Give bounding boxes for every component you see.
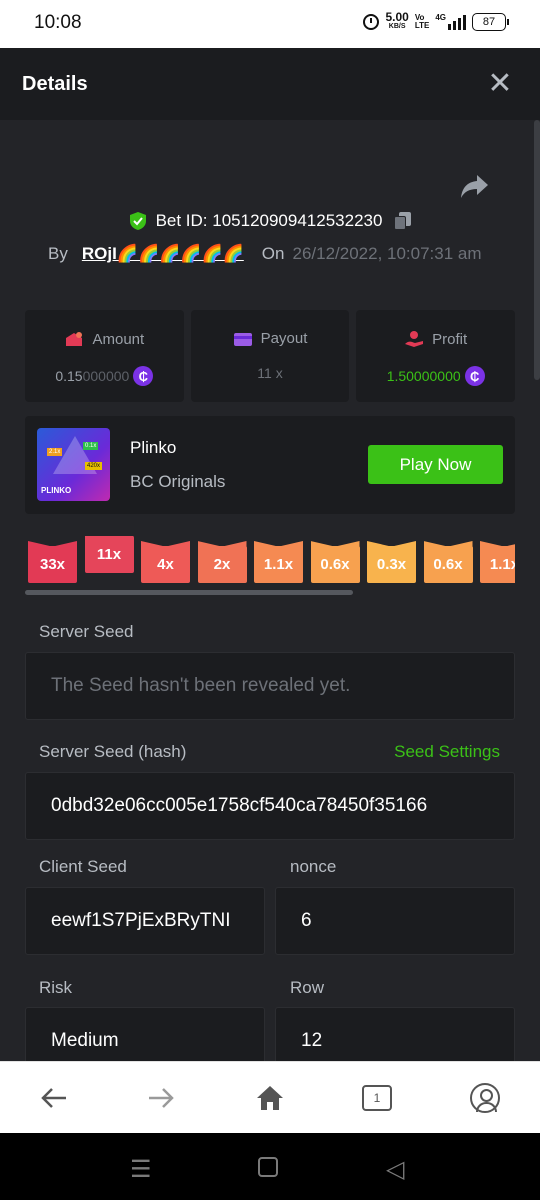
row-label: Row [290, 978, 325, 997]
tabs-button[interactable]: 1 [359, 1080, 395, 1116]
multiplier-label: 1.1x [489, 556, 515, 573]
nonce-field[interactable]: 6 [275, 887, 515, 955]
signal-icon: 4G [435, 14, 466, 30]
game-card: 2.1x 0.1x 420x PLINKO Plinko BC Original… [25, 416, 515, 514]
bet-id: Bet ID: 105120909412532230 [155, 211, 383, 230]
home-square-icon[interactable] [258, 1157, 278, 1177]
plinko-thumbnail[interactable]: 2.1x 0.1x 420x PLINKO [37, 428, 110, 501]
game-provider: BC Originals [130, 472, 226, 491]
multiplier-slot: 2x [197, 546, 247, 583]
multiplier-slot: 1.1x [254, 546, 303, 583]
net-speed: 5.00 KB/S [385, 10, 409, 30]
profit-value: 1.50000000 [386, 368, 461, 384]
server-hash-label: Server Seed (hash) [39, 742, 187, 761]
server-seed-label: Server Seed [39, 622, 134, 641]
scrollbar[interactable] [534, 120, 540, 380]
bet-id-row: Bet ID: 105120909412532230 [0, 211, 540, 231]
share-icon[interactable] [460, 173, 490, 199]
amount-label: Amount [92, 330, 145, 348]
modal-header: Details ✕ [0, 48, 540, 120]
status-time: 10:08 [34, 12, 82, 33]
risk-field[interactable]: Medium [25, 1007, 265, 1061]
profit-icon [405, 331, 424, 347]
battery-icon: 87 [472, 13, 509, 31]
payout-label: Payout [260, 330, 308, 347]
amount-value: 0.15 [55, 368, 83, 384]
row-field[interactable]: 12 [275, 1007, 515, 1061]
verified-shield-icon [129, 212, 146, 230]
browser-nav-bar: 1 [0, 1061, 540, 1133]
multiplier-label: 0.3x [376, 556, 407, 573]
horizontal-scrollbar[interactable] [25, 590, 353, 595]
copy-icon[interactable] [394, 212, 412, 230]
risk-label: Risk [39, 978, 73, 997]
server-seed-field: The Seed hasn't been revealed yet. [25, 652, 515, 720]
payout-value: 11 x [257, 365, 283, 381]
tab-count: 1 [362, 1085, 392, 1111]
forward-arrow-icon[interactable] [143, 1080, 179, 1116]
coin-icon: ₵ [464, 366, 485, 386]
multiplier-slot: 11x [84, 536, 134, 573]
bet-stats: Amount 0.15000000 ₵ Payout 11 x Profit [25, 310, 516, 402]
menu-icon[interactable]: ☰ [130, 1155, 152, 1184]
multiplier-label: 4x [157, 556, 174, 573]
multiplier-slot: 0.3x [367, 546, 416, 583]
game-name: Plinko [130, 438, 177, 457]
multiplier-slot: 0.6x [423, 546, 473, 583]
back-triangle-icon[interactable]: ◁ [386, 1155, 404, 1184]
multiplier-label: 0.6x [320, 556, 350, 573]
profit-label: Profit [432, 330, 468, 348]
profile-icon[interactable] [467, 1080, 503, 1116]
on-label: On [261, 244, 285, 263]
nonce-label: nonce [290, 857, 337, 876]
multiplier-label: 33x [39, 556, 66, 573]
amount-card: Amount 0.15 000000 ₵ [25, 310, 184, 402]
multiplier-slot: 0.6x [310, 546, 360, 583]
multiplier-slot: 1.1x [480, 546, 515, 583]
close-icon[interactable]: ✕ [482, 66, 518, 102]
client-seed-field[interactable]: eewf1S7PjExBRyTNI [25, 887, 265, 955]
system-nav-bar: ☰ ◁ [0, 1133, 540, 1200]
payout-card: Payout 11 x [190, 310, 350, 402]
server-hash-field[interactable]: 0dbd32e06cc005e1758cf540ca78450f35166 [25, 772, 515, 840]
amount-icon [66, 332, 83, 346]
volte-icon: Vo LTE [414, 13, 430, 30]
play-now-button[interactable]: Play Now [368, 445, 503, 484]
multiplier-label: 1.1x [263, 556, 294, 573]
alarm-icon [363, 14, 380, 30]
details-modal: Details ✕ Bet ID: 105120909412532230 By … [0, 48, 540, 1061]
user-link[interactable]: ROjI🌈🌈🌈🌈🌈🌈 [82, 244, 244, 264]
wallet-icon [233, 332, 252, 346]
multiplier-slot: 33x [28, 546, 77, 583]
bet-byline: By ROjI🌈🌈🌈🌈🌈🌈 On 26/12/2022, 10:07:31 am [48, 244, 482, 264]
back-arrow-icon[interactable] [36, 1080, 72, 1116]
modal-title: Details [22, 73, 88, 95]
by-label: By [48, 244, 68, 263]
bet-date: 26/12/2022, 10:07:31 am [292, 244, 482, 263]
profit-card: Profit 1.50000000 ₵ [356, 310, 516, 402]
status-bar: 10:08 5.00 KB/S Vo LTE 4G 87 [0, 0, 540, 48]
coin-icon: ₵ [133, 366, 154, 386]
multiplier-row: 33x 11x 4x 2x 1.1x 0.6x 0.3x 0.6x 1.1x [28, 536, 515, 588]
multiplier-label: 0.6x [433, 556, 463, 573]
multiplier-label: 2x [213, 556, 231, 573]
client-seed-label: Client Seed [39, 857, 127, 876]
home-icon[interactable] [252, 1080, 288, 1116]
seed-settings-link[interactable]: Seed Settings [394, 742, 500, 762]
multiplier-slot: 4x [141, 546, 190, 583]
status-icons: 5.00 KB/S Vo LTE 4G 87 [363, 10, 509, 31]
multiplier-label: 11x [96, 546, 122, 563]
